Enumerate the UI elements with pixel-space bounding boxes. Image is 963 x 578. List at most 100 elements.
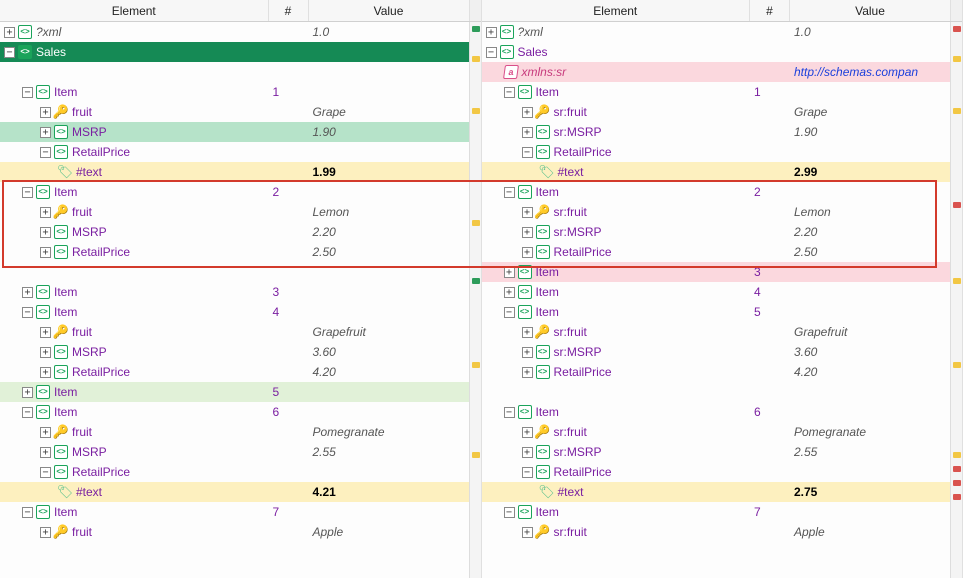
collapse-toggle[interactable]: −: [22, 507, 33, 518]
tree-row[interactable]: +<>RetailPrice4.20: [482, 362, 951, 382]
tree-row[interactable]: +<>sr:MSRP2.20: [482, 222, 951, 242]
tree-row[interactable]: −<>RetailPrice: [0, 462, 469, 482]
tree-row[interactable]: +<>MSRP1.90: [0, 122, 469, 142]
tree-row[interactable]: −<>Item7: [0, 502, 469, 522]
tree-row[interactable]: −<>Item2: [0, 182, 469, 202]
tree-row[interactable]: +<>RetailPrice4.20: [0, 362, 469, 382]
tree-row[interactable]: +🔑sr:fruitPomegranate: [482, 422, 951, 442]
tree-row[interactable]: +🔑sr:fruitGrapefruit: [482, 322, 951, 342]
diff-marker[interactable]: [953, 494, 961, 500]
expand-toggle[interactable]: +: [522, 527, 533, 538]
diff-marker-gutter[interactable]: [950, 22, 962, 578]
scrollbar[interactable]: [950, 0, 962, 21]
tree-row[interactable]: +🔑fruitGrapefruit: [0, 322, 469, 342]
expand-toggle[interactable]: +: [40, 327, 51, 338]
expand-toggle[interactable]: +: [522, 107, 533, 118]
diff-marker[interactable]: [472, 220, 480, 226]
tree-row[interactable]: 🏷#text4.21: [0, 482, 469, 502]
expand-toggle[interactable]: +: [522, 347, 533, 358]
expand-toggle[interactable]: +: [522, 227, 533, 238]
expand-toggle[interactable]: +: [522, 427, 533, 438]
header-element[interactable]: Element: [0, 0, 269, 21]
tree-row[interactable]: +<>Item4: [482, 282, 951, 302]
collapse-toggle[interactable]: −: [22, 407, 33, 418]
tree-row[interactable]: +<>Item3: [0, 282, 469, 302]
expand-toggle[interactable]: +: [40, 207, 51, 218]
tree-row[interactable]: −<>Item1: [0, 82, 469, 102]
tree-body[interactable]: +<>?xml1.0−<>Salesaxmlns:srhttp://schema…: [482, 22, 951, 578]
tree-row[interactable]: +<>RetailPrice2.50: [0, 242, 469, 262]
tree-row[interactable]: −<>RetailPrice: [482, 462, 951, 482]
expand-toggle[interactable]: +: [504, 287, 515, 298]
expand-toggle[interactable]: +: [40, 107, 51, 118]
expand-toggle[interactable]: +: [40, 347, 51, 358]
expand-toggle[interactable]: +: [40, 367, 51, 378]
tree-row[interactable]: axmlns:srhttp://schemas.compan: [482, 62, 951, 82]
diff-marker[interactable]: [472, 108, 480, 114]
tree-row[interactable]: +<>MSRP2.55: [0, 442, 469, 462]
expand-toggle[interactable]: +: [522, 247, 533, 258]
header-value[interactable]: Value: [790, 0, 950, 21]
collapse-toggle[interactable]: −: [522, 147, 533, 158]
tree-row[interactable]: +<>?xml1.0: [0, 22, 469, 42]
collapse-toggle[interactable]: −: [486, 47, 497, 58]
tree-row[interactable]: +<>Item3: [482, 262, 951, 282]
expand-toggle[interactable]: +: [22, 387, 33, 398]
diff-marker[interactable]: [472, 362, 480, 368]
tree-row[interactable]: 🏷#text2.99: [482, 162, 951, 182]
header-value[interactable]: Value: [309, 0, 469, 21]
tree-row[interactable]: −<>Sales: [0, 42, 469, 62]
header-element[interactable]: Element: [482, 0, 751, 21]
collapse-toggle[interactable]: −: [504, 507, 515, 518]
tree-row[interactable]: +<>?xml1.0: [482, 22, 951, 42]
tree-row[interactable]: −<>Item4: [0, 302, 469, 322]
tree-row[interactable]: +🔑fruitApple: [0, 522, 469, 542]
diff-marker[interactable]: [953, 26, 961, 32]
expand-toggle[interactable]: +: [522, 447, 533, 458]
tree-row[interactable]: [482, 382, 951, 402]
expand-toggle[interactable]: +: [40, 247, 51, 258]
collapse-toggle[interactable]: −: [22, 87, 33, 98]
expand-toggle[interactable]: +: [4, 27, 15, 38]
diff-marker[interactable]: [953, 202, 961, 208]
collapse-toggle[interactable]: −: [22, 187, 33, 198]
tree-row[interactable]: +🔑fruitGrape: [0, 102, 469, 122]
tree-row[interactable]: +<>RetailPrice2.50: [482, 242, 951, 262]
diff-marker[interactable]: [472, 452, 480, 458]
collapse-toggle[interactable]: −: [504, 407, 515, 418]
diff-marker[interactable]: [953, 56, 961, 62]
expand-toggle[interactable]: +: [522, 327, 533, 338]
collapse-toggle[interactable]: −: [504, 307, 515, 318]
diff-marker[interactable]: [953, 278, 961, 284]
expand-toggle[interactable]: +: [40, 527, 51, 538]
tree-row[interactable]: +<>sr:MSRP1.90: [482, 122, 951, 142]
collapse-toggle[interactable]: −: [4, 47, 15, 58]
collapse-toggle[interactable]: −: [504, 187, 515, 198]
tree-row[interactable]: 🏷#text1.99: [0, 162, 469, 182]
tree-row[interactable]: −<>RetailPrice: [482, 142, 951, 162]
tree-row[interactable]: +<>sr:MSRP3.60: [482, 342, 951, 362]
tree-row[interactable]: [0, 62, 469, 82]
tree-row[interactable]: −<>RetailPrice: [0, 142, 469, 162]
tree-row[interactable]: −<>Item2: [482, 182, 951, 202]
expand-toggle[interactable]: +: [522, 207, 533, 218]
tree-row[interactable]: −<>Sales: [482, 42, 951, 62]
diff-marker[interactable]: [953, 362, 961, 368]
diff-marker[interactable]: [472, 56, 480, 62]
tree-row[interactable]: 🏷#text2.75: [482, 482, 951, 502]
diff-marker[interactable]: [953, 480, 961, 486]
diff-marker[interactable]: [953, 108, 961, 114]
expand-toggle[interactable]: +: [522, 367, 533, 378]
tree-row[interactable]: +🔑sr:fruitGrape: [482, 102, 951, 122]
expand-toggle[interactable]: +: [40, 127, 51, 138]
expand-toggle[interactable]: +: [504, 267, 515, 278]
tree-row[interactable]: +<>sr:MSRP2.55: [482, 442, 951, 462]
expand-toggle[interactable]: +: [486, 27, 497, 38]
tree-row[interactable]: −<>Item7: [482, 502, 951, 522]
expand-toggle[interactable]: +: [40, 427, 51, 438]
tree-row[interactable]: −<>Item6: [0, 402, 469, 422]
diff-marker[interactable]: [953, 452, 961, 458]
tree-body[interactable]: +<>?xml1.0−<>Sales−<>Item1+🔑fruitGrape+<…: [0, 22, 469, 578]
header-hash[interactable]: #: [269, 0, 309, 21]
tree-row[interactable]: +🔑sr:fruitLemon: [482, 202, 951, 222]
